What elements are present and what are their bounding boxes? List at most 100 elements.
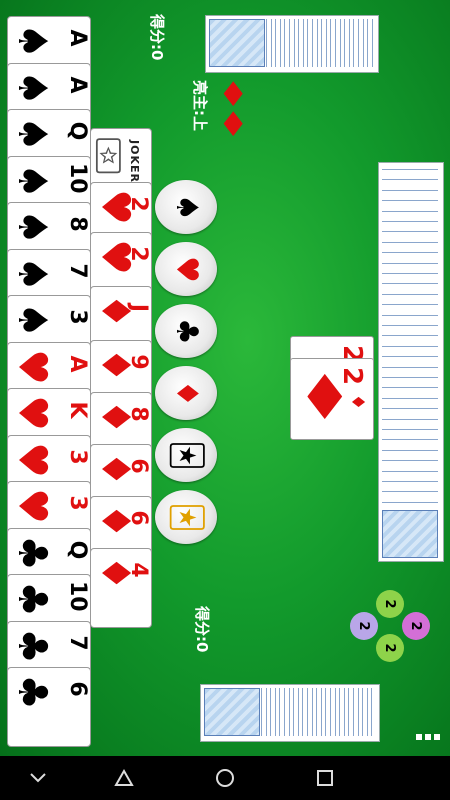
card-edge [382,449,438,451]
card-edge [382,252,438,254]
home-triangle-icon[interactable] [110,764,138,792]
hand-card[interactable]: 8 ♠ [7,202,91,256]
card-edge [382,491,438,493]
declare-diamond-button[interactable]: ♦ [155,366,217,420]
hand-card[interactable]: 10 ♣ [7,574,91,628]
hand-card[interactable]: K ♥ [7,388,91,442]
declare-red-joker-button[interactable]: 🃏 [155,490,217,544]
card-edge [382,481,438,482]
card-edge [266,19,267,67]
hand-card[interactable]: 6 ♣ [7,667,91,747]
system-nav-bar [0,756,450,800]
card-edge [279,688,281,736]
card-edge [302,688,304,736]
card-rank: 7 [65,634,90,651]
club-icon: ♣ [168,317,204,345]
spade-icon: ♠ [8,209,55,245]
card-edge [382,460,438,462]
club-icon: ♣ [8,534,55,571]
hand-card[interactable]: 6 ♦ [90,496,152,556]
card-edge [279,19,281,67]
card-back [209,19,265,67]
spade-icon: ♠ [8,255,55,292]
hand-card[interactable]: 3 ♠ [7,295,91,349]
right-opponent-hand [378,162,444,562]
card-edge [320,688,322,736]
home-icon[interactable] [211,764,239,792]
card-edge [382,189,438,191]
card-edge [297,688,299,736]
card-edge [344,19,346,67]
spade-icon: ♠ [168,193,204,221]
diamond-icon: ♦ [91,293,138,329]
card-edge [382,273,438,274]
card-edge [261,688,262,736]
declare-heart-button[interactable]: ♥ [155,242,217,296]
club-icon: ♣ [8,674,55,710]
declare-black-joker-button[interactable]: 🃏 [155,428,217,482]
card-edge [293,19,295,67]
card-edge [312,19,313,67]
card-edge [275,19,277,67]
recents-icon[interactable] [311,764,339,792]
hand-card[interactable]: 3 ♥ [7,481,91,535]
hand-card[interactable]: 9 ♦ [90,340,152,400]
card-edge [316,19,318,67]
spade-icon: ♠ [8,116,55,152]
card-edge [382,325,438,326]
joker-label: JOKER [127,140,141,183]
card-rank: A [65,29,90,47]
card-edge [362,688,364,736]
bottom-score-label: 得分:0 [193,606,211,653]
card-rank: 3 [65,448,90,465]
card-edge [325,19,327,67]
card-edge [357,688,359,736]
card-rank: 7 [65,262,90,279]
spade-icon: ♠ [8,69,55,106]
card-edge [382,335,438,337]
hand-card[interactable]: 6 ♦ [90,444,152,504]
card-edge [270,688,272,736]
card-edge [270,19,272,67]
club-icon: ♣ [8,627,55,664]
hand-card[interactable]: 8 ♦ [90,392,152,452]
card-rank: 6 [65,681,90,697]
card-edge [307,688,308,736]
card-edge [339,19,341,67]
hand-card[interactable]: 2 ♥ [90,232,152,294]
card-edge [382,169,438,170]
card-edge [335,19,336,67]
hand-card[interactable]: Q ♠ [7,109,91,163]
black-joker-icon: 🃏 [168,439,204,471]
hand-card[interactable]: J ♦ [90,286,152,348]
card-edge [289,19,290,67]
declare-club-button[interactable]: ♣ [155,304,217,358]
card-edge [330,19,332,67]
card-edge [371,19,373,67]
level-badge: 2 [402,612,430,640]
card-rank: A [65,354,90,373]
trump-label: 亮主:上 [191,80,209,131]
card-rank: 8 [65,216,90,232]
card-rank: 3 [65,495,90,511]
card-edge [348,19,350,67]
top-score-label: 得分:0 [148,14,166,61]
top-opponent-hand [205,15,379,73]
declare-spade-button[interactable]: ♠ [155,180,217,234]
joker-icon: 🃟 [93,139,124,174]
card-edge [382,221,438,222]
card-edge [358,19,359,67]
more-dots-icon[interactable] [416,734,444,744]
back-icon[interactable] [24,764,52,792]
hand-card[interactable]: 4 ♦ [90,548,152,628]
card-rank: A [65,75,90,94]
card-edge [367,19,369,67]
card-edge [298,19,300,67]
card-edge [382,200,438,202]
card-edge [382,304,438,306]
card-edge [316,688,318,736]
hand-card[interactable]: JOKER 🃟 [90,128,152,188]
card-edge [302,19,304,67]
hand-card[interactable]: A ♠ [7,16,91,70]
card-rank: K [65,401,90,419]
